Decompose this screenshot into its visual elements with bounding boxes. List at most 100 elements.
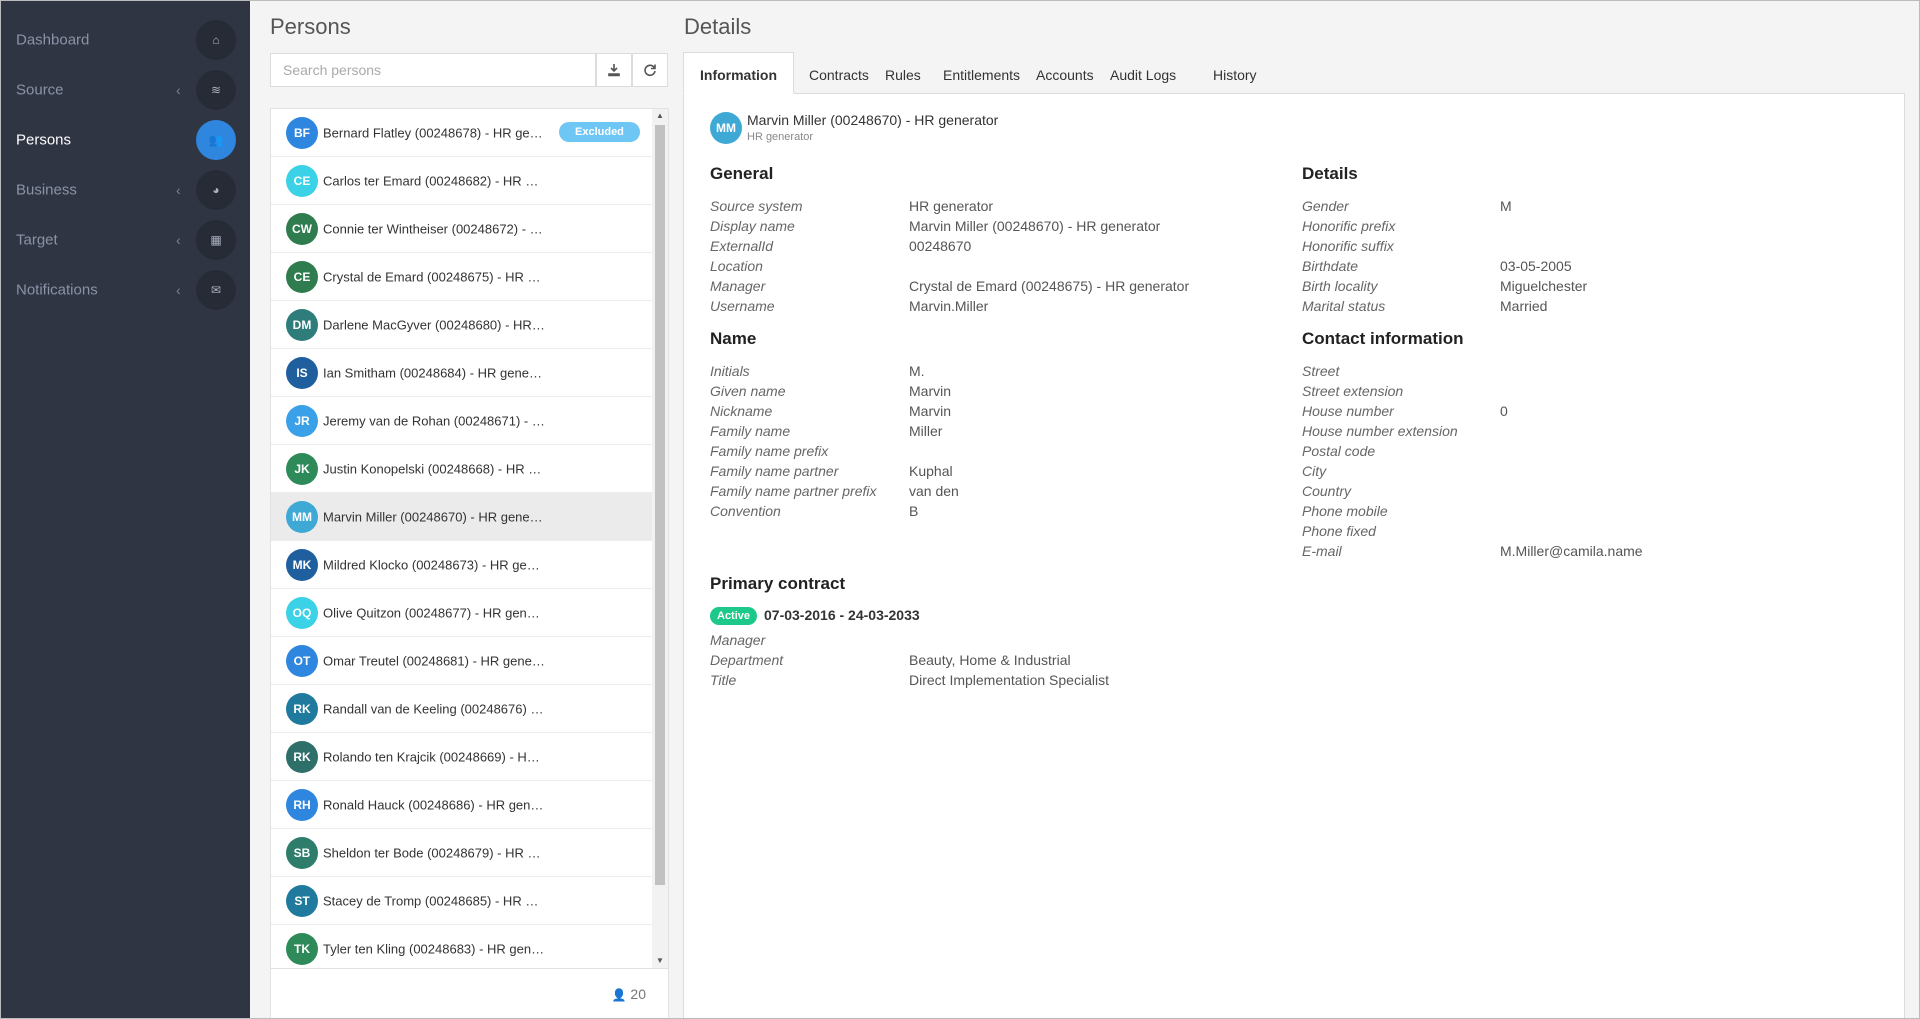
field-value: B bbox=[909, 503, 919, 519]
chevron-left-icon[interactable]: ‹ bbox=[176, 182, 181, 198]
avatar: DM bbox=[286, 309, 318, 341]
chevron-left-icon[interactable]: ‹ bbox=[176, 82, 181, 98]
list-item[interactable]: OQ Olive Quitzon (00248677) - HR generato… bbox=[271, 589, 653, 637]
field-value: Marvin.Miller bbox=[909, 298, 989, 314]
field-row: Source system HR generator bbox=[710, 198, 1270, 218]
primary-contract-title: Primary contract bbox=[710, 574, 846, 593]
person-name: Carlos ter Emard (00248682) - HR generat… bbox=[323, 173, 545, 188]
chevron-left-icon[interactable]: ‹ bbox=[176, 282, 181, 298]
field-row: Street bbox=[1302, 363, 1862, 383]
contract-status-badge: Active bbox=[710, 607, 758, 625]
field-label: Convention bbox=[710, 503, 781, 519]
tab-audit-logs[interactable]: Audit Logs bbox=[1093, 52, 1193, 94]
person-name: Darlene MacGyver (00248680) - HR generat… bbox=[323, 317, 545, 332]
field-row: Convention B bbox=[710, 503, 1270, 523]
sidebar-item-persons[interactable]: Persons 👥 bbox=[0, 115, 250, 165]
search-input[interactable] bbox=[270, 53, 596, 87]
list-item[interactable]: BF Bernard Flatley (00248678) - HR genera… bbox=[271, 109, 653, 157]
person-name: Justin Konopelski (00248668) - HR genera… bbox=[323, 461, 545, 476]
list-item[interactable]: RK Randall van de Keeling (00248676) - HR… bbox=[271, 685, 653, 733]
field-value: HR generator bbox=[909, 198, 994, 214]
field-label: Location bbox=[710, 258, 763, 274]
list-item[interactable]: ST Stacey de Tromp (00248685) - HR genera… bbox=[271, 877, 653, 925]
field-row: Country bbox=[1302, 483, 1862, 503]
sidebar: Dashboard ⌂ Source ‹ ≋ Persons 👥 Business ‹ ◕ Targ… bbox=[0, 0, 250, 1019]
list-item[interactable]: CE Crystal de Emard (00248675) - HR gener… bbox=[271, 253, 653, 301]
field-label: Username bbox=[710, 298, 775, 314]
field-row: Honorific suffix bbox=[1302, 238, 1862, 258]
sidebar-item-label: Target bbox=[16, 231, 58, 249]
excluded-badge: Excluded bbox=[559, 122, 640, 142]
list-item[interactable]: DM Darlene MacGyver (00248680) - HR gener… bbox=[271, 301, 653, 349]
chevron-left-icon[interactable]: ‹ bbox=[176, 232, 181, 248]
list-item[interactable]: SB Sheldon ter Bode (00248679) - HR gener… bbox=[271, 829, 653, 877]
field-label: Birthdate bbox=[1302, 258, 1359, 274]
tab-information[interactable]: Information bbox=[683, 52, 794, 94]
persons-list: BF Bernard Flatley (00248678) - HR genera… bbox=[270, 108, 669, 973]
list-item[interactable]: CW Connie ter Wintheiser (00248672) - HR … bbox=[271, 205, 653, 253]
field-row: Birth locality Miguelchester bbox=[1302, 278, 1862, 298]
field-row: Initials M. bbox=[710, 363, 1270, 383]
list-item[interactable]: IS Ian Smitham (00248684) - HR generator bbox=[271, 349, 653, 397]
field-row: Title Direct Implementation Specialist bbox=[710, 672, 1270, 692]
sidebar-item-label: Dashboard bbox=[16, 31, 90, 49]
field-row: Postal code bbox=[1302, 443, 1862, 463]
field-label: Initials bbox=[710, 363, 750, 379]
list-item[interactable]: TK Tyler ten Kling (00248683) - HR genera… bbox=[271, 925, 653, 973]
users-icon: 👥 bbox=[196, 120, 236, 160]
field-label: Manager bbox=[710, 632, 766, 648]
sidebar-item-notifications[interactable]: Notifications ‹ ✉ bbox=[0, 265, 250, 315]
list-item[interactable]: JR Jeremy van de Rohan (00248671) - HR ge… bbox=[271, 397, 653, 445]
field-label: Display name bbox=[710, 218, 795, 234]
field-value: M.Miller@camila.name bbox=[1500, 543, 1643, 559]
list-scrollbar[interactable]: ▲ ▼ bbox=[652, 109, 668, 968]
sidebar-item-label: Source bbox=[16, 81, 64, 99]
field-label: Street bbox=[1302, 363, 1340, 379]
sidebar-item-target[interactable]: Target ‹ ▦ bbox=[0, 215, 250, 265]
field-value: Marvin bbox=[909, 403, 952, 419]
list-item[interactable]: JK Justin Konopelski (00248668) - HR gene… bbox=[271, 445, 653, 493]
person-name: Crystal de Emard (00248675) - HR generat… bbox=[323, 269, 545, 284]
refresh-button[interactable] bbox=[632, 53, 668, 87]
person-avatar: MM bbox=[710, 112, 742, 144]
field-row: Family name partner Kuphal bbox=[710, 463, 1270, 483]
field-label: Marital status bbox=[1302, 298, 1386, 314]
field-row: Location bbox=[710, 258, 1270, 278]
field-row: ExternalId 00248670 bbox=[710, 238, 1270, 258]
field-row: Phone fixed bbox=[1302, 523, 1862, 543]
field-label: Honorific prefix bbox=[1302, 218, 1396, 234]
envelope-icon: ✉ bbox=[196, 270, 236, 310]
sidebar-item-label: Notifications bbox=[16, 281, 98, 299]
field-row: Family name prefix bbox=[710, 443, 1270, 463]
avatar: BF bbox=[286, 117, 318, 149]
field-value: Miller bbox=[909, 423, 943, 439]
avatar: IS bbox=[286, 357, 318, 389]
field-row: Nickname Marvin bbox=[710, 403, 1270, 423]
field-label: Street extension bbox=[1302, 383, 1404, 399]
scroll-thumb[interactable] bbox=[655, 125, 665, 885]
field-label: ExternalId bbox=[710, 238, 774, 254]
sidebar-item-label: Business bbox=[16, 181, 77, 199]
avatar: JR bbox=[286, 405, 318, 437]
person-name: Omar Treutel (00248681) - HR generator bbox=[323, 653, 545, 668]
list-item[interactable]: CE Carlos ter Emard (00248682) - HR gener… bbox=[271, 157, 653, 205]
field-label: Source system bbox=[710, 198, 803, 214]
scroll-down-icon[interactable]: ▼ bbox=[652, 954, 668, 968]
list-item[interactable]: MK Mildred Klocko (00248673) - HR generat… bbox=[271, 541, 653, 589]
person-name: Ian Smitham (00248684) - HR generator bbox=[323, 365, 545, 380]
list-item[interactable]: RH Ronald Hauck (00248686) - HR generator bbox=[271, 781, 653, 829]
list-item[interactable]: OT Omar Treutel (00248681) - HR generator bbox=[271, 637, 653, 685]
list-item[interactable]: RK Rolando ten Krajcik (00248669) - HR ge… bbox=[271, 733, 653, 781]
sidebar-item-dashboard[interactable]: Dashboard ⌂ bbox=[0, 15, 250, 65]
sidebar-item-source[interactable]: Source ‹ ≋ bbox=[0, 65, 250, 115]
scroll-up-icon[interactable]: ▲ bbox=[652, 109, 668, 123]
person-name: Randall van de Keeling (00248676) - HR g… bbox=[323, 701, 545, 716]
download-icon bbox=[608, 64, 620, 77]
list-item[interactable]: MM Marvin Miller (00248670) - HR generato… bbox=[271, 493, 653, 541]
home-icon: ⌂ bbox=[196, 20, 236, 60]
tab-history[interactable]: History bbox=[1196, 52, 1274, 94]
avatar: OT bbox=[286, 645, 318, 677]
sidebar-item-business[interactable]: Business ‹ ◕ bbox=[0, 165, 250, 215]
download-button[interactable] bbox=[596, 53, 632, 87]
field-label: Postal code bbox=[1302, 443, 1376, 459]
